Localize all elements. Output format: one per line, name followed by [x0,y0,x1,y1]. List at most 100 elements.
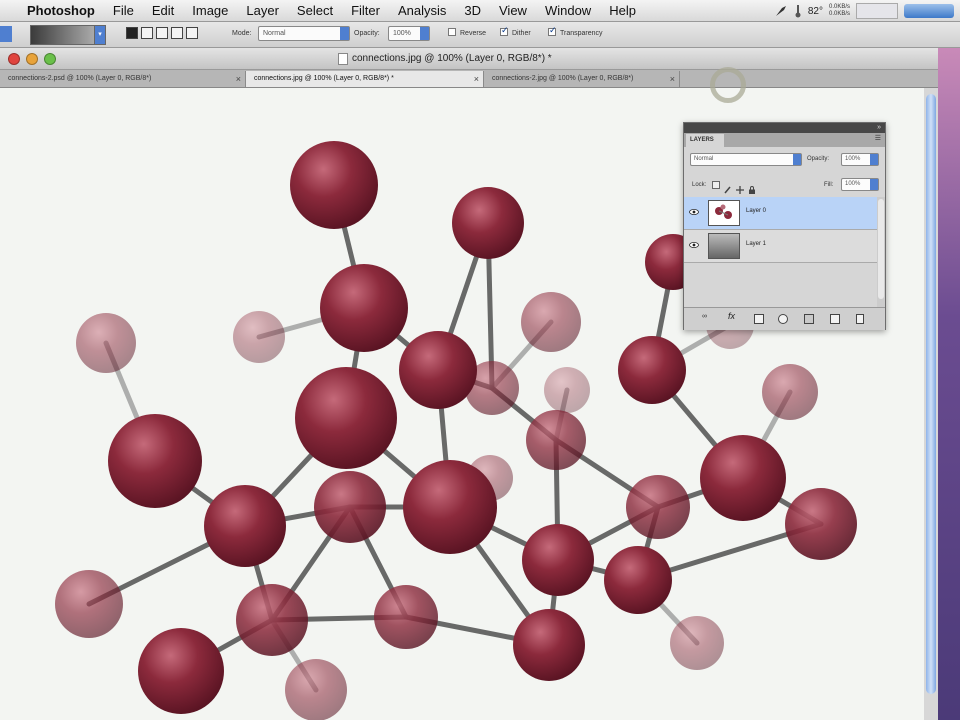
dither-checkbox[interactable] [500,25,509,36]
panel-header[interactable]: » [684,123,885,133]
atom-sphere [626,475,690,539]
speed-down: 0.0KB/s [828,11,850,17]
eye-icon[interactable] [689,209,699,215]
menu-edit[interactable]: Edit [143,0,183,22]
atom-sphere [236,584,308,656]
menu-3d[interactable]: 3D [455,0,490,22]
layer-opacity-value: 100% [845,156,861,162]
layer-name[interactable]: Layer 1 [746,241,766,247]
spotlight-button[interactable] [904,4,954,18]
atom-sphere [55,570,123,638]
atom-sphere [670,616,724,670]
gradient-type-buttons [126,27,198,39]
opacity-value: 100% [393,30,411,37]
menu-window[interactable]: Window [536,0,600,22]
vertical-scrollbar[interactable] [924,88,938,720]
fill-value: 100% [845,181,861,187]
atom-sphere [76,313,136,373]
layer-row-layer-0[interactable]: Layer 0 [684,197,877,230]
new-group-icon[interactable] [804,314,814,324]
menu-view[interactable]: View [490,0,536,22]
status-area: 82° 0.0KB/s 0.0KB/s [774,0,960,22]
opacity-label: Opacity: [354,30,380,37]
adjustment-layer-icon[interactable] [778,314,788,324]
menu-photoshop[interactable]: Photoshop [18,0,104,22]
new-layer-icon[interactable] [830,314,840,324]
angle-gradient-button[interactable] [156,27,168,39]
collapse-panel-icon[interactable]: » [877,123,881,133]
document-icon [338,53,348,65]
atom-sphere [204,485,286,567]
layer-thumbnail [708,200,740,226]
eye-icon[interactable] [689,242,699,248]
tab-connections-2-jpg[interactable]: connections-2.jpg @ 100% (Layer 0, RGB/8… [484,71,680,87]
trash-icon[interactable] [856,314,864,324]
mode-select[interactable]: Normal [258,26,350,41]
panel-menu-icon[interactable]: ☰ [875,134,881,142]
document-tabs: connections-2.psd @ 100% (Layer 0, RGB/8… [0,70,938,88]
layers-panel: » LAYERS ☰ Normal Opacity: 100% Lock: Fi… [683,122,886,330]
menu-filter[interactable]: Filter [342,0,389,22]
layer-opacity-field[interactable]: 100% [841,153,879,166]
blend-mode-arrow-icon [793,154,801,165]
status-meter [856,3,898,19]
tab-connections-2-psd[interactable]: connections-2.psd @ 100% (Layer 0, RGB/8… [0,71,246,87]
document-title-bar: connections.jpg @ 100% (Layer 0, RGB/8*)… [0,48,938,70]
blend-mode-select[interactable]: Normal [690,153,802,166]
layer-mask-icon[interactable] [754,314,764,324]
gradient-picker[interactable]: ▾ [30,25,106,45]
atom-sphere [604,546,672,614]
atom-sphere [785,488,857,560]
layer-opacity-arrow-icon [870,154,878,165]
close-window-button[interactable] [8,53,20,65]
lock-transparency-icon[interactable] [712,181,720,189]
layer-opacity-label: Opacity: [807,156,830,162]
linear-gradient-button[interactable] [126,27,138,39]
opacity-field[interactable]: 100% [388,26,430,41]
layer-row-layer-1[interactable]: Layer 1 [684,230,877,263]
zoom-window-button[interactable] [44,53,56,65]
layers-scrollbar-thumb[interactable] [878,199,884,299]
atom-sphere [399,331,477,409]
atom-sphere [290,141,378,229]
lock-image-icon[interactable] [724,181,732,194]
tab-connections-jpg[interactable]: connections.jpg @ 100% (Layer 0, RGB/8*)… [246,71,484,87]
atom-sphere [762,364,818,420]
menu-help[interactable]: Help [600,0,645,22]
reverse-checkbox[interactable] [448,28,456,36]
tools-status-icon[interactable] [774,4,788,18]
tab-close-icon[interactable]: × [670,71,675,87]
tab-close-icon[interactable]: × [236,71,241,87]
tool-preset-picker[interactable] [0,26,12,42]
gradient-picker-arrow-icon[interactable]: ▾ [94,25,106,45]
scrollbar-thumb[interactable] [926,94,936,694]
lock-position-icon[interactable] [736,181,744,194]
layer-style-icon[interactable]: fx [728,311,735,321]
atom-sphere [452,187,524,259]
transparency-checkbox[interactable] [548,25,557,36]
radial-gradient-button[interactable] [141,27,153,39]
tab-close-icon[interactable]: × [474,71,479,87]
mode-value: Normal [263,30,286,37]
layers-scrollbar[interactable] [877,197,885,307]
fill-field[interactable]: 100% [841,178,879,191]
dither-label: Dither [512,30,531,37]
atom-sphere [544,367,590,413]
apple-menu-icon[interactable] [0,0,18,22]
menu-analysis[interactable]: Analysis [389,0,455,22]
minimize-window-button[interactable] [26,53,38,65]
diamond-gradient-button[interactable] [186,27,198,39]
menu-image[interactable]: Image [183,0,237,22]
tab-layers[interactable]: LAYERS [686,134,724,147]
tab-label: connections.jpg @ 100% (Layer 0, RGB/8*)… [254,75,394,82]
options-bar: ▾ Mode: Normal Opacity: 100% Reverse Dit… [0,22,960,48]
reflected-gradient-button[interactable] [171,27,183,39]
link-layers-icon[interactable]: ∞ [702,313,707,320]
atom-sphere [403,460,497,554]
menu-select[interactable]: Select [288,0,342,22]
layer-name[interactable]: Layer 0 [746,208,766,214]
fill-arrow-icon [870,179,878,190]
lock-all-icon[interactable] [748,181,756,194]
menu-layer[interactable]: Layer [237,0,288,22]
menu-file[interactable]: File [104,0,143,22]
